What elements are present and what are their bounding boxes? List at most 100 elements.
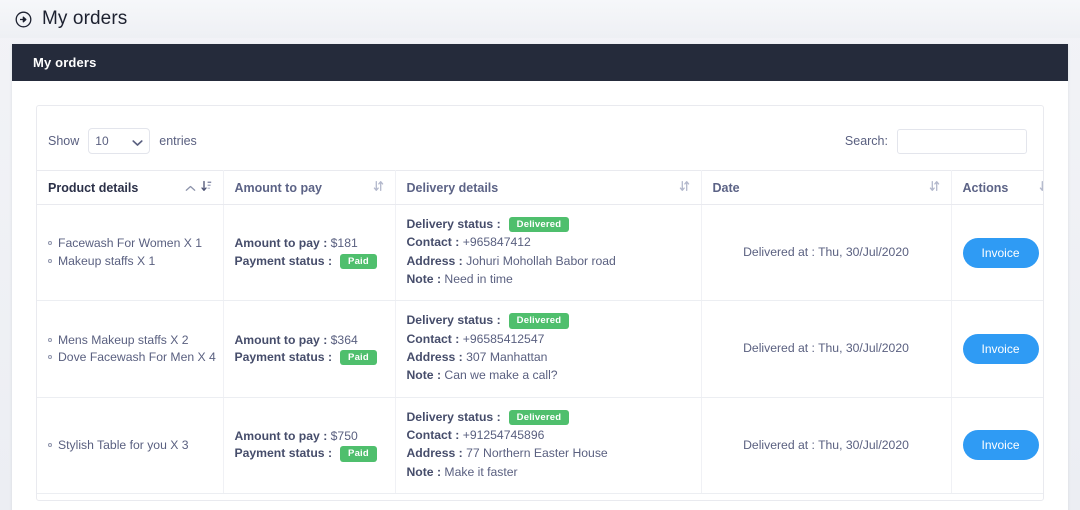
product-line: Mens Makeup staffs X 2	[48, 332, 212, 349]
payment-status-label: Payment status :	[234, 253, 333, 268]
sort-both-icon	[679, 180, 690, 195]
datatable-controls: Show 10 entries Search:	[37, 106, 1043, 170]
length-label: Show 10 entries	[48, 128, 197, 154]
address-line: Address : Johuri Mohollah Babor road	[407, 253, 690, 270]
product-line: Facewash For Women X 1	[48, 235, 212, 252]
payment-status-label: Payment status :	[234, 446, 333, 461]
note-line: Note : Need in time	[407, 271, 690, 288]
orders-panel: My orders Show 10 entries Search: Produc…	[12, 44, 1068, 510]
delivery-status-label: Delivery status :	[406, 313, 501, 328]
address-line: Address : 307 Manhattan	[407, 349, 690, 366]
product-name: Makeup staffs X 1	[58, 253, 156, 268]
note-value: Can we make a call?	[444, 368, 558, 383]
delivery-status-line: Delivery status : Delivered	[407, 312, 690, 329]
amount-line: Amount to pay : $364	[235, 332, 384, 349]
note-label: Note :	[406, 464, 442, 479]
contact-line: Contact : +965847412	[407, 234, 690, 251]
product-name: Mens Makeup staffs X 2	[58, 332, 189, 347]
length-label-before: Show	[48, 134, 80, 148]
cell-product-details: Stylish Table for you X 3	[37, 397, 224, 494]
amount-value: $750	[330, 428, 358, 443]
product-name: Facewash For Women X 1	[58, 236, 203, 251]
contact-label: Contact :	[406, 427, 460, 442]
contact-value: +91254745896	[462, 427, 545, 442]
address-line: Address : 77 Northern Easter House	[407, 445, 690, 462]
column-label: Delivery details	[406, 180, 499, 195]
search-label-wrap: Search:	[845, 128, 1027, 154]
table-row: Facewash For Women X 1 Makeup staffs X 1…	[37, 204, 1043, 302]
delivery-status-label: Delivery status :	[406, 217, 501, 231]
note-value: Make it faster	[444, 464, 518, 479]
invoice-button[interactable]: Invoice	[962, 237, 1039, 268]
product-line: Stylish Table for you X 3	[48, 437, 212, 454]
address-value: 307 Manhattan	[466, 349, 548, 364]
column-header-amount-to-pay[interactable]: Amount to pay	[223, 170, 396, 205]
payment-status-badge: Paid	[340, 253, 377, 270]
note-line: Note : Can we make a call?	[407, 367, 690, 384]
page-root: My orders My orders Show 10 entries Sear…	[0, 0, 1080, 510]
cell-date: Delivered at : Thu, 30/Jul/2020	[701, 397, 952, 494]
column-label: Product details	[48, 180, 139, 195]
page-title: My orders	[42, 8, 128, 29]
sort-controls	[185, 180, 212, 195]
address-label: Address :	[406, 253, 463, 268]
amount-label: Amount to pay :	[234, 428, 328, 443]
header-row: Product details Amount to pay Delivery d…	[37, 170, 1043, 205]
column-header-actions[interactable]: Actions	[951, 170, 1043, 205]
column-header-product-details[interactable]: Product details	[37, 170, 224, 205]
entries-per-page-select[interactable]: 10	[88, 128, 151, 154]
cell-actions: Invoice	[951, 204, 1043, 302]
column-label: Amount to pay	[234, 180, 323, 195]
cell-delivery-details: Delivery status : Delivered Contact : +96…	[395, 204, 702, 302]
date-value: Delivered at : Thu, 30/Jul/2020	[743, 437, 909, 452]
panel-body: Show 10 entries Search: Product details …	[12, 81, 1068, 501]
bullet-icon	[48, 241, 52, 246]
column-label: Date	[712, 180, 740, 195]
date-value: Delivered at : Thu, 30/Jul/2020	[743, 244, 909, 259]
payment-status-line: Payment status : Paid	[235, 253, 384, 270]
length-control: Show 10 entries	[48, 128, 197, 154]
note-label: Note :	[406, 271, 442, 286]
panel-header: My orders	[12, 44, 1068, 81]
chevron-up-icon	[185, 181, 196, 195]
cell-amount-to-pay: Amount to pay : $364 Payment status : Pai…	[223, 300, 396, 398]
length-select-wrap: 10	[88, 128, 151, 154]
amount-value: $364	[330, 332, 358, 347]
product-name: Dove Facewash For Men X 4	[58, 349, 216, 364]
payment-status-badge: Paid	[340, 349, 377, 366]
sort-both-icon	[373, 180, 384, 195]
amount-label: Amount to pay :	[234, 332, 328, 347]
note-label: Note :	[406, 368, 442, 383]
delivery-status-badge: Delivered	[508, 409, 570, 426]
bullet-icon	[48, 354, 52, 359]
invoice-button[interactable]: Invoice	[962, 333, 1039, 364]
bullet-icon	[48, 337, 52, 342]
contact-label: Contact :	[406, 331, 460, 346]
column-header-delivery-details[interactable]: Delivery details	[395, 170, 702, 205]
amount-label: Amount to pay :	[234, 236, 328, 251]
datatable-footer: Showing 1 to 3 of 3 entries Previous 1 N…	[37, 494, 1043, 500]
cell-amount-to-pay: Amount to pay : $750 Payment status : Pai…	[223, 397, 396, 494]
note-line: Note : Make it faster	[407, 464, 690, 481]
date-value: Delivered at : Thu, 30/Jul/2020	[743, 341, 909, 356]
payment-status-line: Payment status : Paid	[235, 445, 384, 462]
address-value: Johuri Mohollah Babor road	[466, 253, 616, 268]
address-label: Address :	[406, 446, 463, 461]
search-input[interactable]	[897, 128, 1027, 154]
payment-status-line: Payment status : Paid	[235, 349, 384, 366]
cell-delivery-details: Delivery status : Delivered Contact : +96…	[395, 300, 702, 398]
column-header-date[interactable]: Date	[701, 170, 952, 205]
page-header: My orders	[0, 0, 1080, 38]
address-label: Address :	[406, 349, 463, 364]
payment-status-label: Payment status :	[234, 349, 333, 364]
table-row: Stylish Table for you X 3 Amount to pay …	[37, 397, 1043, 494]
length-label-after: entries	[159, 134, 197, 148]
note-value: Need in time	[444, 271, 513, 286]
product-line: Dove Facewash For Men X 4	[48, 349, 216, 366]
table-head: Product details Amount to pay Delivery d…	[37, 170, 1043, 205]
contact-line: Contact : +96585412547	[407, 331, 690, 348]
invoice-button[interactable]: Invoice	[962, 430, 1039, 461]
contact-label: Contact :	[406, 235, 460, 250]
contact-value: +96585412547	[462, 331, 545, 346]
amount-line: Amount to pay : $750	[235, 428, 384, 445]
